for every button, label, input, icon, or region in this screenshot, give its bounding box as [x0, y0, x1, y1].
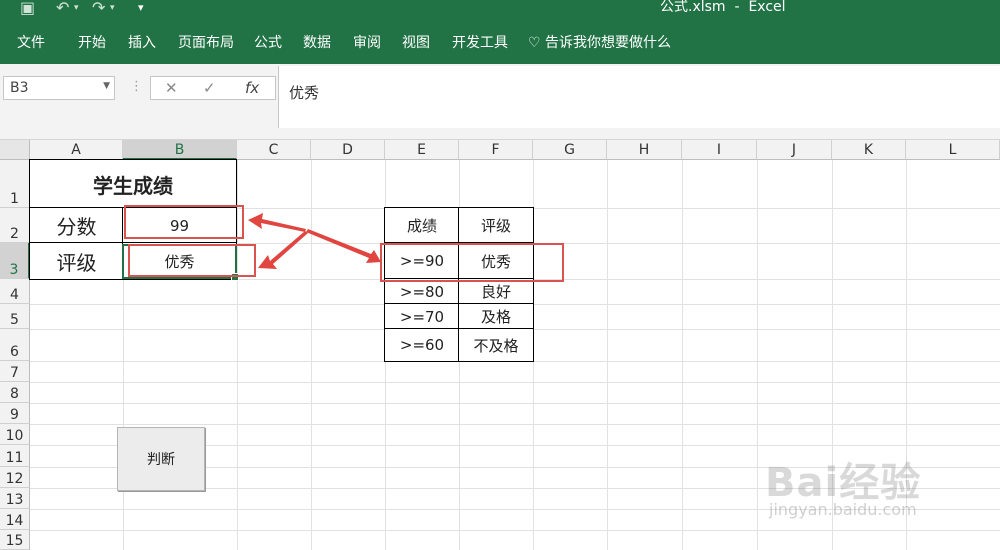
arrow-to-grade — [258, 231, 308, 269]
judge-button[interactable]: 判断 — [117, 427, 205, 491]
arrow-to-lookup — [306, 229, 381, 263]
arrow-to-score — [248, 213, 306, 232]
